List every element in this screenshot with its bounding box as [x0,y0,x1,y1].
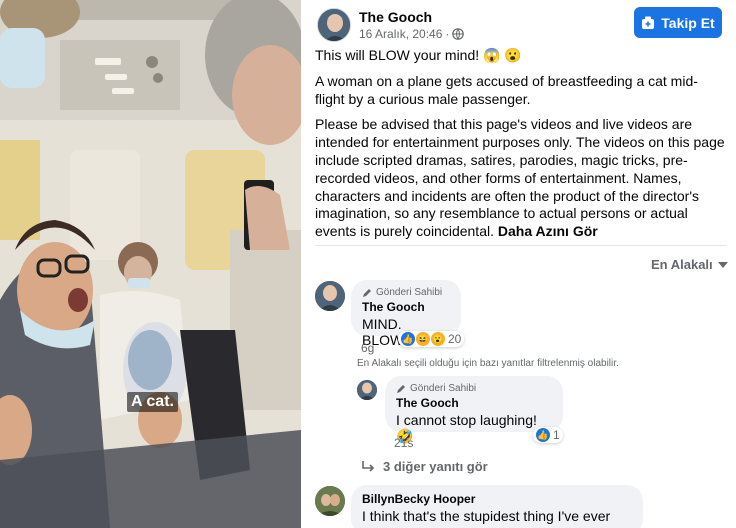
comment-sort-dropdown[interactable]: En Alakalı [651,257,728,272]
follow-button[interactable]: Takip Et [634,7,722,38]
author-badge-label: Gönderi Sahibi [376,287,443,298]
comment-author[interactable]: BillynBecky Hooper [362,492,632,506]
reply-avatar[interactable] [357,380,377,400]
comment-time[interactable]: 6g [361,341,374,355]
comment-bubble: BillynBecky Hooper I think that's the st… [351,485,643,528]
reaction-count: 20 [448,332,462,346]
page-avatar[interactable] [317,8,351,42]
sort-label: En Alakalı [651,257,713,272]
comment-bubble: Gönderi Sahibi The Gooch MIND. BLOWN. [351,280,461,348]
follow-page-icon [642,16,655,29]
comment-avatar[interactable] [315,281,345,311]
separator-dot: · [445,27,450,41]
reaction-summary[interactable]: 👍 😆 😮 20 [398,331,465,347]
post-body: This will BLOW your mind! 😱 😮 A woman on… [315,47,727,249]
video-caption: A cat. [127,392,178,412]
comment-author[interactable]: The Gooch [362,300,450,314]
post-paragraph-3-text: Please be advised that this page's video… [315,116,725,240]
post-paragraph-1: This will BLOW your mind! 😱 😮 [315,47,522,63]
reply-reaction-summary[interactable]: 👍 1 [533,427,563,443]
pencil-icon [397,384,405,393]
comment-avatar[interactable] [315,486,345,516]
reply-time[interactable]: 21s [394,436,413,450]
reply-text: I cannot stop laughing! 🤣 [396,412,537,444]
filter-note: En Alakalı seçili olduğu için bazı yanıt… [357,358,619,369]
comment-text: I think that's the stupidest thing I've … [362,508,611,528]
like-reaction-icon: 👍 [401,332,415,346]
like-reaction-icon: 👍 [536,428,550,442]
post-paragraph-3: Please be advised that this page's video… [315,116,727,241]
post-paragraph-2: A woman on a plane gets accused of breas… [315,72,698,107]
reply-arrow-icon [362,460,375,472]
globe-icon [452,28,465,40]
reply-reaction-count: 1 [553,428,560,442]
reply-author[interactable]: The Gooch [396,396,552,410]
haha-reaction-icon: 😆 [416,332,430,346]
video-frame [0,0,301,528]
see-less-link[interactable]: Daha Azını Gör [498,223,598,239]
post-meta: 16 Aralık, 20:46 · [359,27,465,41]
author-badge: Gönderi Sahibi [362,287,450,298]
author-badge: Gönderi Sahibi [396,383,552,394]
follow-label: Takip Et [661,14,715,31]
reply-bubble: Gönderi Sahibi The Gooch I cannot stop l… [385,376,563,444]
view-more-replies[interactable]: 3 diğer yanıtı gör [361,459,488,474]
author-badge-label: Gönderi Sahibi [410,383,477,394]
post-date[interactable]: 16 Aralık, 20:46 [359,27,442,41]
view-more-replies-label: 3 diğer yanıtı gör [383,459,488,474]
caret-down-icon [717,261,728,268]
divider [315,245,727,246]
pencil-icon [363,288,371,297]
page-name[interactable]: The Gooch [359,9,432,25]
post-panel: The Gooch 16 Aralık, 20:46 · Takip Et Th… [301,0,736,528]
wow-reaction-icon: 😮 [431,332,445,346]
video-player[interactable]: A cat. [0,0,301,528]
